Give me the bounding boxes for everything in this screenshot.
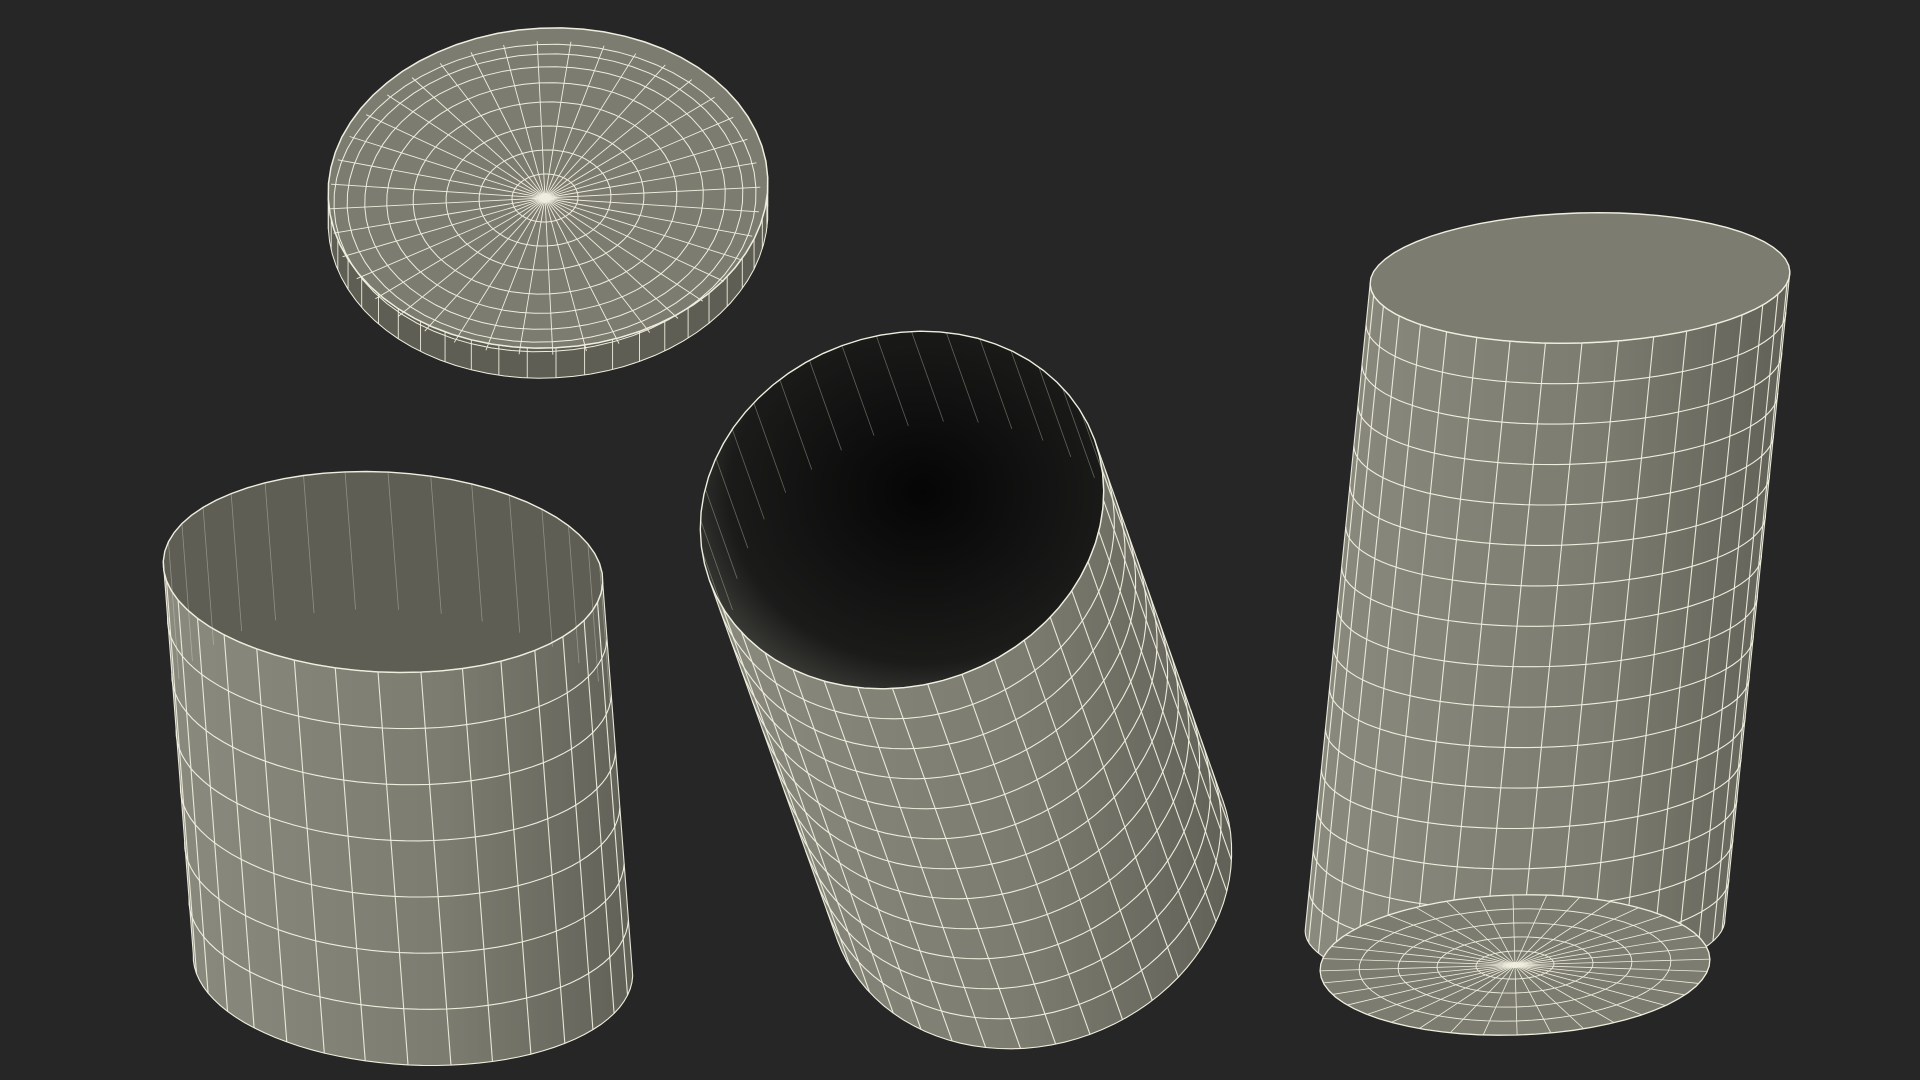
viewport-3d[interactable] xyxy=(0,0,1920,1080)
jar-body-open xyxy=(699,330,1233,1050)
wireframe-scene xyxy=(162,27,1791,1067)
jar-lid xyxy=(327,27,769,379)
lid-sleeve-open-cylinder xyxy=(162,470,634,1067)
jar-body-closed xyxy=(1304,211,1791,1036)
